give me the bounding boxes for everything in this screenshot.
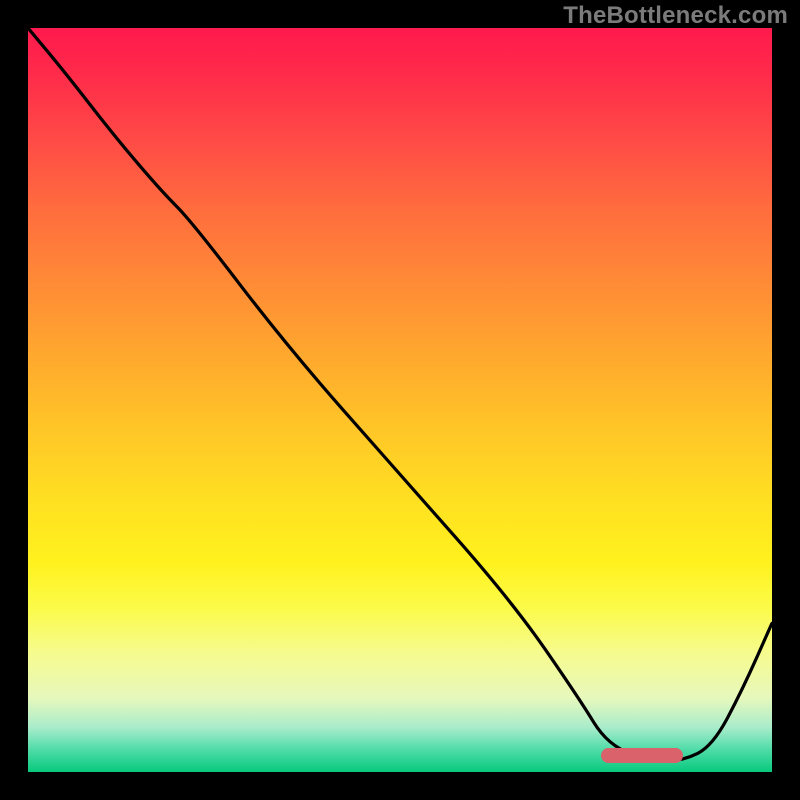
chart-frame: TheBottleneck.com — [0, 0, 800, 800]
watermark-text: TheBottleneck.com — [563, 2, 788, 30]
plot-area — [28, 28, 772, 772]
optimal-region-marker — [601, 748, 683, 763]
curve-path — [28, 28, 772, 761]
bottleneck-curve — [28, 28, 772, 772]
